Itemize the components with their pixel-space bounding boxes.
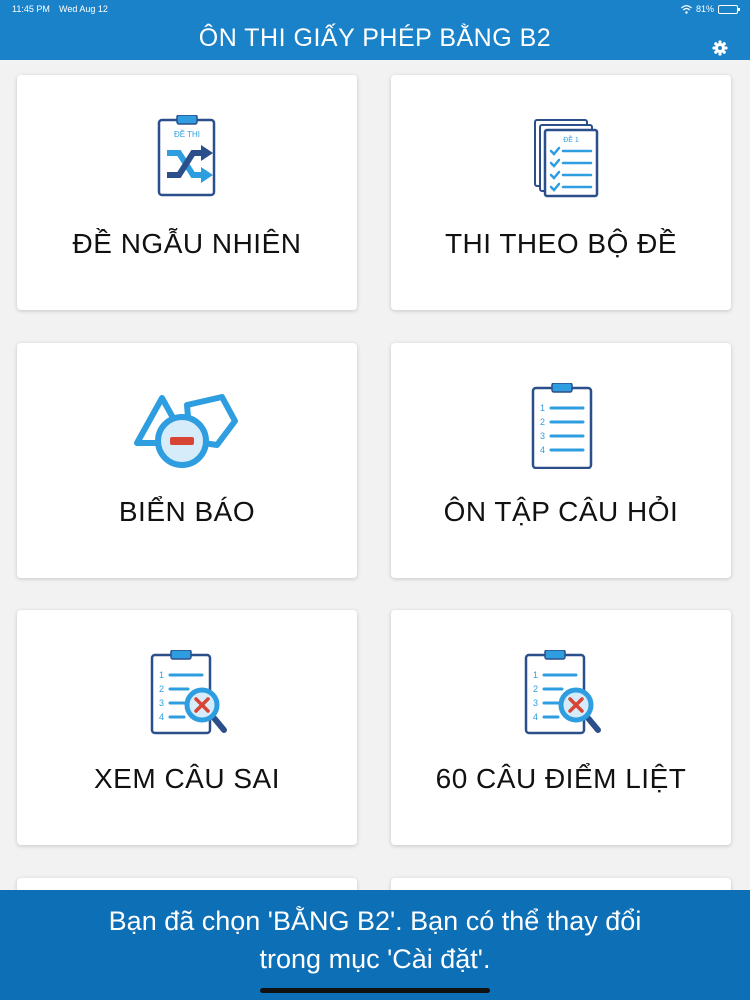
number-2: 2 (540, 417, 545, 427)
menu-card-exam-sets[interactable]: ĐỀ 1 THI THEO BỘ ĐỀ (391, 75, 731, 310)
battery-icon (718, 4, 740, 14)
banner-line-1: Bạn đã chọn 'BẰNG B2'. Bạn có thể thay đ… (108, 906, 642, 936)
number-4: 4 (159, 712, 164, 722)
traffic-signs-icon (17, 383, 357, 473)
clipboard-magnifier-icon: 1 2 3 4 (17, 650, 357, 740)
banner-line-2: trong mục 'Cài đặt'. (259, 944, 491, 974)
numbered-clipboard-icon: 1 2 3 4 (391, 383, 731, 473)
menu-label: 60 CÂU ĐIỂM LIỆT (435, 763, 687, 794)
number-3: 3 (159, 698, 164, 708)
status-time: 11:45 PM (12, 4, 50, 14)
number-4: 4 (533, 712, 538, 722)
number-4: 4 (540, 445, 545, 455)
number-3: 3 (540, 431, 545, 441)
number-3: 3 (533, 698, 538, 708)
battery-percent: 81% (695, 4, 714, 14)
number-1: 1 (159, 670, 164, 680)
number-1: 1 (533, 670, 538, 680)
menu-label: XEM CÂU SAI (94, 763, 280, 794)
menu-card-review-questions[interactable]: 1 2 3 4 ÔN TẬP CÂU HỎI (391, 343, 731, 578)
menu-label: ÔN TẬP CÂU HỎI (443, 496, 679, 527)
number-2: 2 (159, 684, 164, 694)
menu-label: BIỂN BÁO (118, 496, 256, 527)
menu-card-wrong-answers[interactable]: 1 2 3 4 XEM CÂU SAI (17, 610, 357, 845)
gear-icon[interactable] (712, 40, 728, 56)
shuffle-clipboard-icon: ĐỀ THI (17, 115, 357, 205)
wifi-icon (681, 4, 692, 14)
app-header: 11:45 PM Wed Aug 12 81% ÔN THI GIẤY PHÉP… (0, 0, 750, 60)
menu-card-critical-questions[interactable]: 1 2 3 4 60 CÂU ĐIỂM LIỆT (391, 610, 731, 845)
menu-label: THI THEO BỘ ĐỀ (444, 228, 678, 259)
status-bar: 11:45 PM Wed Aug 12 81% (0, 4, 750, 16)
menu-card-random-exam[interactable]: ĐỀ THI ĐỀ NGẪU NHIÊN (17, 75, 357, 310)
clipboard-magnifier-icon: 1 2 3 4 (391, 650, 731, 740)
page-title: ÔN THI GIẤY PHÉP BẰNG B2 (198, 24, 552, 52)
info-banner: Bạn đã chọn 'BẰNG B2'. Bạn có thể thay đ… (0, 890, 750, 1000)
exam-tag-text: ĐỀ THI (174, 129, 200, 139)
menu-label: ĐỀ NGẪU NHIÊN (72, 228, 302, 259)
number-2: 2 (533, 684, 538, 694)
stacked-papers-icon: ĐỀ 1 (391, 115, 731, 205)
menu-card-traffic-signs[interactable]: BIỂN BÁO (17, 343, 357, 578)
number-1: 1 (540, 403, 545, 413)
status-right: 81% (681, 4, 740, 14)
home-indicator[interactable] (260, 988, 490, 993)
status-date: Wed Aug 12 (59, 4, 108, 14)
